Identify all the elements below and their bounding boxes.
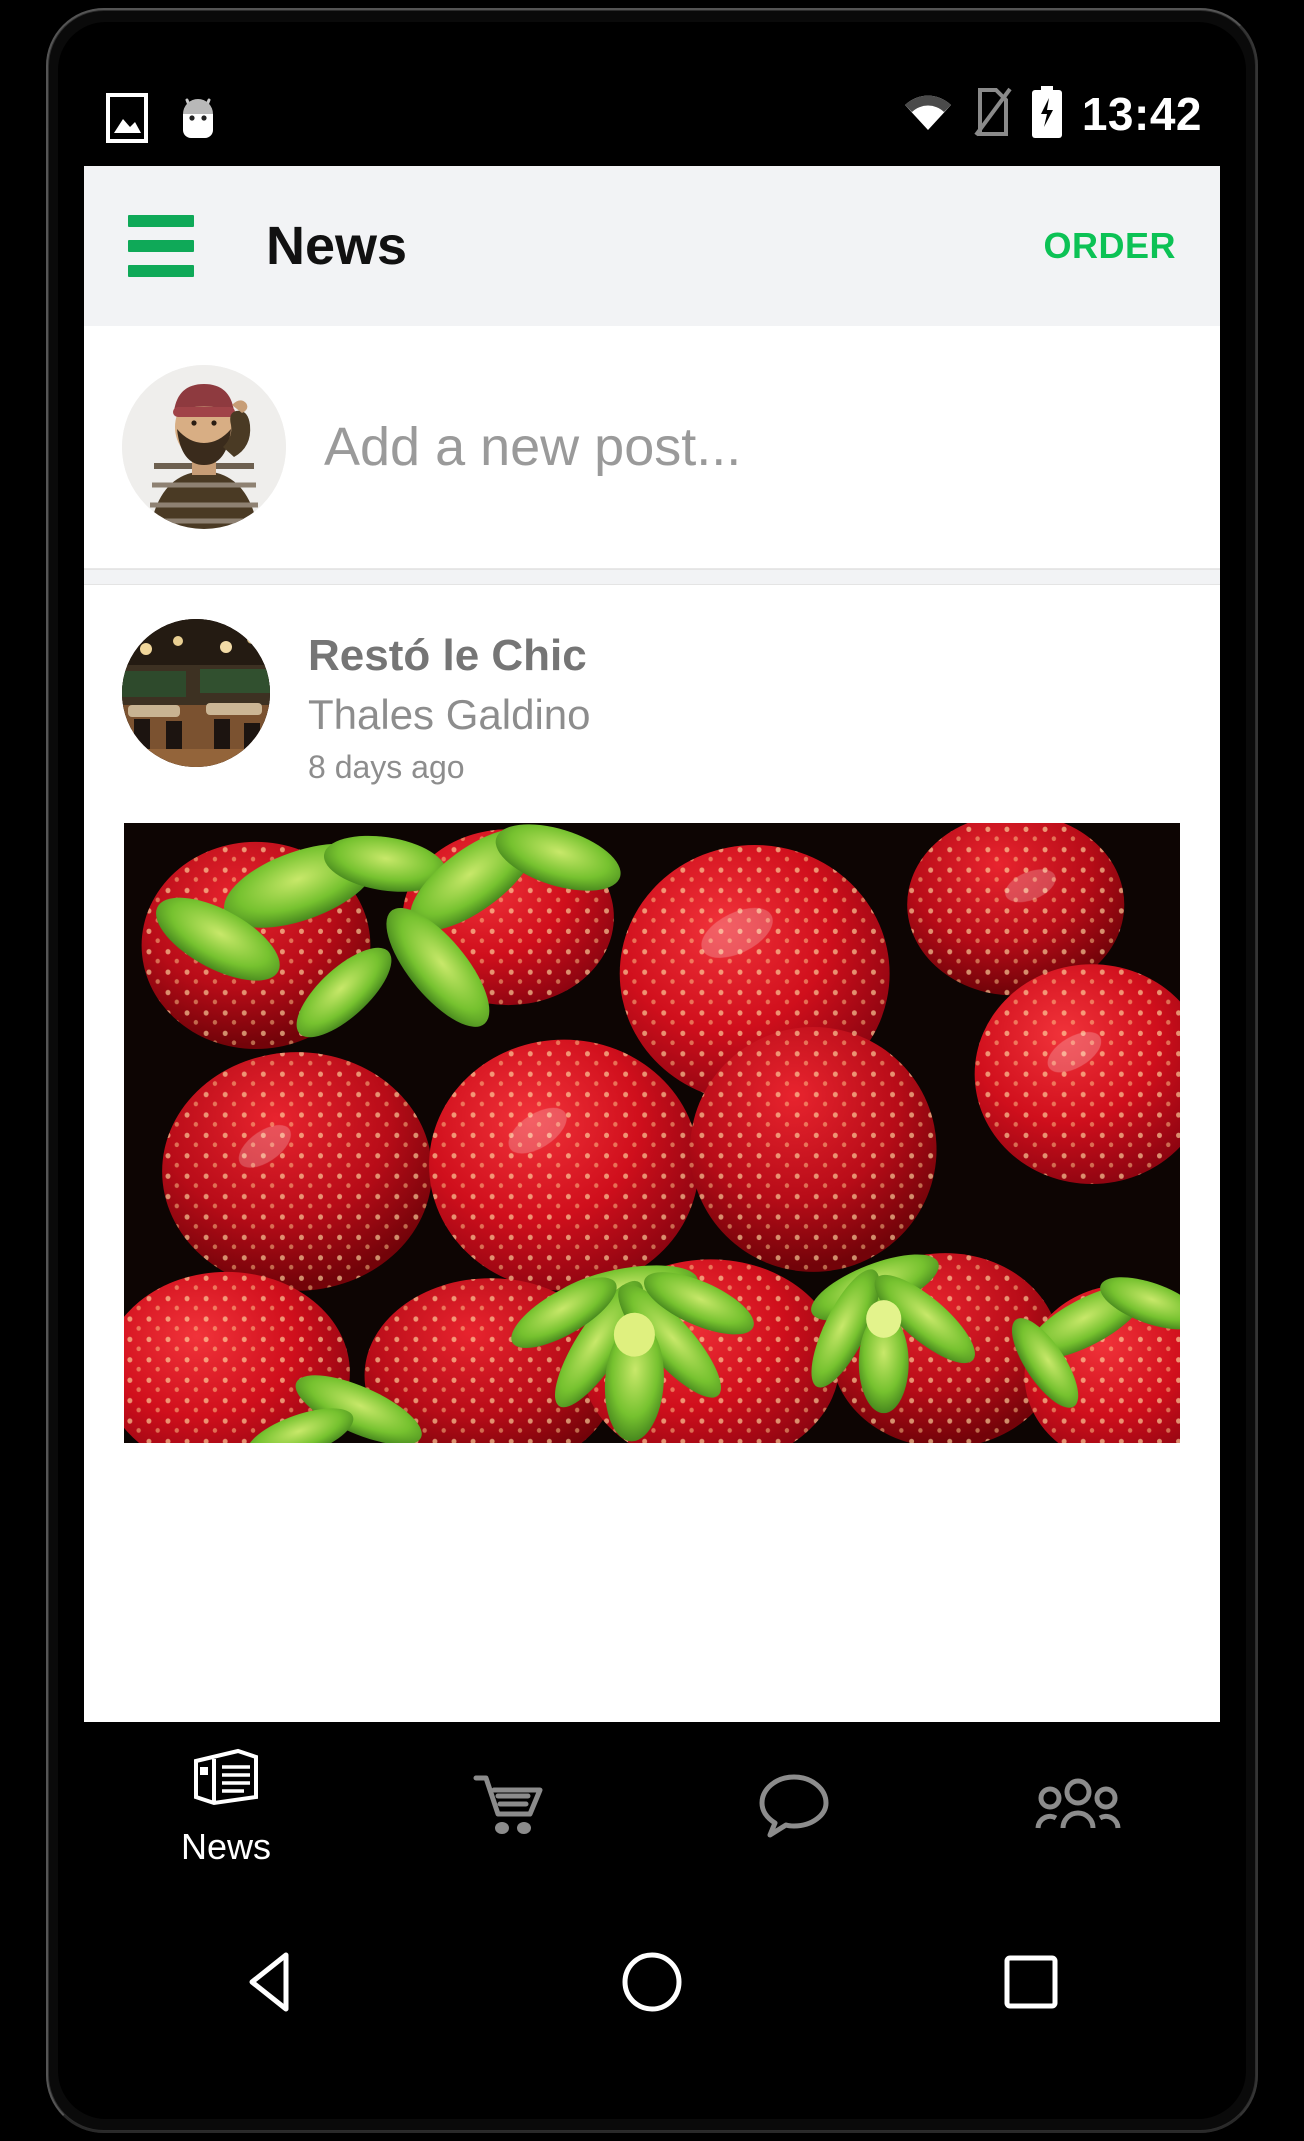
hamburger-bar-3	[128, 265, 194, 277]
post-meta: Restó le Chic Thales Galdino 8 days ago	[308, 619, 591, 785]
bottom-nav-label-news: News	[180, 1825, 272, 1867]
battery-charging-icon	[1030, 85, 1064, 143]
status-bar-right-icons: 13:42	[902, 84, 1202, 144]
image-icon	[106, 93, 148, 148]
post-card: Restó le Chic Thales Galdino 8 days ago	[84, 585, 1220, 1443]
app-bar: News ORDER	[84, 166, 1220, 326]
bottom-nav-item-news[interactable]: News	[84, 1722, 368, 1892]
newspaper-icon	[190, 1747, 262, 1812]
status-bar-clock: 13:42	[1081, 88, 1202, 140]
shopping-cart-icon	[472, 1772, 548, 1843]
recents-square-icon[interactable]	[971, 1922, 1091, 2042]
chat-bubble-icon	[756, 1771, 832, 1844]
device-screen: 13:42 News ORDER Add a new post... Restó…	[58, 22, 1246, 2119]
hamburger-menu-icon[interactable]	[128, 215, 194, 277]
status-bar-left-icons	[106, 92, 224, 149]
post-header: Restó le Chic Thales Galdino 8 days ago	[84, 585, 1220, 785]
wifi-icon	[902, 90, 954, 139]
post-timestamp: 8 days ago	[308, 748, 465, 785]
android-head-icon	[172, 92, 224, 149]
bottom-navigation: News	[84, 1722, 1220, 1892]
android-navigation-bar	[84, 1902, 1220, 2062]
status-bar: 13:42	[58, 74, 1246, 166]
avatar	[122, 365, 286, 529]
back-triangle-icon[interactable]	[213, 1922, 333, 2042]
device-frame: 13:42 News ORDER Add a new post... Restó…	[0, 0, 1304, 2141]
post-author: Thales Galdino	[308, 690, 591, 738]
feed-divider	[84, 569, 1220, 585]
compose-post-row[interactable]: Add a new post...	[84, 326, 1220, 569]
post-avatar[interactable]	[122, 619, 270, 767]
order-button[interactable]: ORDER	[1043, 225, 1176, 267]
bottom-nav-item-people[interactable]	[936, 1722, 1220, 1892]
page-title: News	[266, 216, 408, 276]
news-feed: Add a new post... Restó le Chic Thales G…	[84, 326, 1220, 1722]
post-title: Restó le Chic	[308, 631, 587, 680]
post-photo[interactable]	[124, 822, 1180, 1443]
compose-post-placeholder[interactable]: Add a new post...	[324, 416, 741, 478]
sim-missing-icon	[972, 87, 1012, 142]
hamburger-bar-2	[128, 240, 194, 252]
people-group-icon	[1035, 1776, 1121, 1839]
bottom-nav-item-chat[interactable]	[652, 1722, 936, 1892]
home-circle-icon[interactable]	[592, 1922, 712, 2042]
hamburger-bar-1	[128, 215, 194, 227]
bottom-nav-item-cart[interactable]	[368, 1722, 652, 1892]
